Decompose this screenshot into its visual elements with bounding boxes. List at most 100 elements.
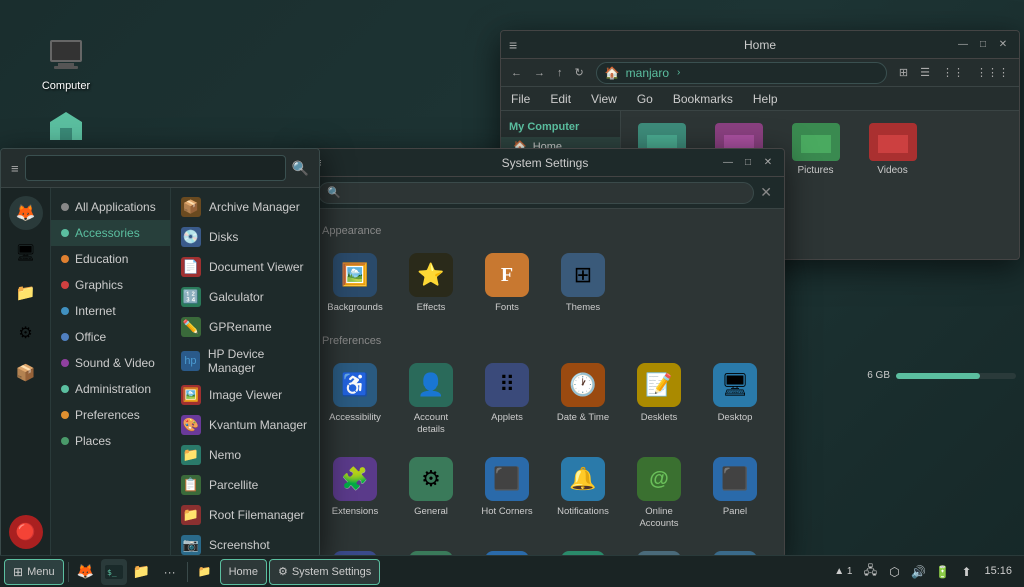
category-preferences[interactable]: Preferences xyxy=(51,402,170,428)
settings-item-fonts[interactable]: F Fonts xyxy=(474,247,540,319)
more-options-button[interactable]: ⋮⋮⋮ xyxy=(972,64,1013,81)
accessibility-icon: ♿ xyxy=(333,363,377,407)
app-item-nemo[interactable]: 📁 Nemo xyxy=(171,440,319,470)
sidebar-system-icon[interactable]: 🖥 xyxy=(9,236,43,270)
document-viewer-icon: 📄 xyxy=(181,257,201,277)
app-item-image-viewer[interactable]: 🖼️ Image Viewer xyxy=(171,380,319,410)
settings-item-date-time[interactable]: 🕐 Date & Time xyxy=(550,357,616,441)
app-search-icon[interactable]: 🔍 xyxy=(292,160,309,177)
app-item-gprename[interactable]: ✏️ GPRename xyxy=(171,312,319,342)
category-accessories[interactable]: Accessories xyxy=(51,220,170,246)
category-all-apps[interactable]: All Applications xyxy=(51,194,170,220)
date-time-label: Date & Time xyxy=(557,412,609,423)
file-manager-title: Home xyxy=(744,38,776,52)
view-toggle-button[interactable]: ⊞ xyxy=(895,64,912,81)
app-item-galculator[interactable]: 🔢 Galculator xyxy=(171,282,319,312)
tray-indicator[interactable]: ▲ 1 xyxy=(830,566,856,577)
appearance-grid: 🖼️ Backgrounds ⭐ Effects F Fonts ⊞ Theme… xyxy=(322,247,768,319)
sidebar-power-icon[interactable]: 🔴 xyxy=(9,515,43,549)
settings-item-general[interactable]: ⚙ General xyxy=(398,451,464,535)
tray-volume-icon[interactable]: 🔊 xyxy=(908,562,928,582)
image-viewer-label: Image Viewer xyxy=(209,388,282,402)
settings-minimize-button[interactable]: — xyxy=(720,155,736,171)
taskbar-more-icon[interactable]: ··· xyxy=(157,559,183,585)
taskbar-terminal-icon[interactable]: $_ xyxy=(101,559,127,585)
app-item-kvantum-manager[interactable]: 🎨 Kvantum Manager xyxy=(171,410,319,440)
taskbar-task-settings[interactable]: ⚙ System Settings xyxy=(269,559,380,585)
category-graphics[interactable]: Graphics xyxy=(51,272,170,298)
minimize-button[interactable]: — xyxy=(955,37,971,53)
settings-item-hot-corners[interactable]: ⬛ Hot Corners xyxy=(474,451,540,535)
settings-item-accessibility[interactable]: ♿ Accessibility xyxy=(322,357,388,441)
hamburger-icon[interactable]: ≡ xyxy=(509,37,517,53)
settings-item-desklets[interactable]: 📝 Desklets xyxy=(626,357,692,441)
taskbar-files-icon[interactable]: 📁 xyxy=(129,559,155,585)
settings-body: Appearance 🖼️ Backgrounds ⭐ Effects F Fo… xyxy=(306,209,784,557)
settings-maximize-button[interactable]: □ xyxy=(740,155,756,171)
settings-item-notifications[interactable]: 🔔 Notifications xyxy=(550,451,616,535)
settings-item-extensions[interactable]: 🧩 Extensions xyxy=(322,451,388,535)
settings-item-backgrounds[interactable]: 🖼️ Backgrounds xyxy=(322,247,388,319)
app-item-parcellite[interactable]: 📋 Parcellite xyxy=(171,470,319,500)
settings-item-themes[interactable]: ⊞ Themes xyxy=(550,247,616,319)
maximize-button[interactable]: □ xyxy=(975,37,991,53)
taskbar-firefox-icon[interactable]: 🦊 xyxy=(73,559,99,585)
edit-menu[interactable]: Edit xyxy=(546,90,575,108)
category-internet[interactable]: Internet xyxy=(51,298,170,324)
address-text: manjaro xyxy=(626,66,669,80)
settings-item-online-accounts[interactable]: @ Online Accounts xyxy=(626,451,692,535)
help-menu[interactable]: Help xyxy=(749,90,782,108)
tray-battery-icon[interactable]: 🔋 xyxy=(932,562,952,582)
app-item-root-filemanager[interactable]: 📁 Root Filemanager xyxy=(171,500,319,530)
settings-item-effects[interactable]: ⭐ Effects xyxy=(398,247,464,319)
desktop-icon-computer[interactable]: Computer xyxy=(30,30,102,98)
file-menu[interactable]: File xyxy=(507,90,534,108)
sidebar-package-icon[interactable]: 📦 xyxy=(9,356,43,390)
category-places[interactable]: Places xyxy=(51,428,170,454)
tray-network-icon[interactable]: 🖧 xyxy=(860,562,880,582)
tray-bluetooth-icon[interactable]: ⬡ xyxy=(884,562,904,582)
settings-item-account-details[interactable]: 👤 Account details xyxy=(398,357,464,441)
app-item-document-viewer[interactable]: 📄 Document Viewer xyxy=(171,252,319,282)
app-item-screenshot[interactable]: 📷 Screenshot xyxy=(171,530,319,557)
folder-videos[interactable]: Videos xyxy=(860,119,925,225)
app-menu-search-input[interactable] xyxy=(25,155,286,181)
bookmarks-menu[interactable]: Bookmarks xyxy=(669,90,737,108)
taskbar-sep-2 xyxy=(187,562,188,582)
taskbar-home-icon[interactable]: 📁 xyxy=(192,559,218,585)
app-item-archive-manager[interactable]: 📦 Archive Manager xyxy=(171,192,319,222)
close-button[interactable]: ✕ xyxy=(995,37,1011,53)
settings-close-button[interactable]: ✕ xyxy=(760,155,776,171)
settings-item-applets[interactable]: ⠿ Applets xyxy=(474,357,540,441)
sidebar-files-icon[interactable]: 📁 xyxy=(9,276,43,310)
clock[interactable]: 15:16 xyxy=(980,564,1016,578)
refresh-button[interactable]: ↻ xyxy=(571,64,588,81)
folder-pictures[interactable]: Pictures xyxy=(783,119,848,225)
settings-item-desktop[interactable]: 🖥 Desktop xyxy=(702,357,768,441)
search-clear-icon[interactable]: ✕ xyxy=(760,184,772,201)
category-office[interactable]: Office xyxy=(51,324,170,350)
forward-button[interactable]: → xyxy=(530,65,549,81)
tray-update-icon[interactable]: ⬆ xyxy=(956,562,976,582)
category-education[interactable]: Education xyxy=(51,246,170,272)
settings-search-input[interactable] xyxy=(345,186,746,200)
details-button[interactable]: ⋮⋮ xyxy=(938,64,968,81)
archive-manager-label: Archive Manager xyxy=(209,200,300,214)
sidebar-settings-icon[interactable]: ⚙ xyxy=(9,316,43,350)
hp-device-manager-label: HP Device Manager xyxy=(208,347,309,375)
go-menu[interactable]: Go xyxy=(633,90,657,108)
app-item-hp-device-manager[interactable]: hp HP Device Manager xyxy=(171,342,319,380)
up-button[interactable]: ↑ xyxy=(553,65,567,81)
app-item-disks[interactable]: 💿 Disks xyxy=(171,222,319,252)
menu-button[interactable]: ⊞ Menu xyxy=(4,559,64,585)
sidebar-firefox-icon[interactable]: 🦊 xyxy=(9,196,43,230)
category-administration[interactable]: Administration xyxy=(51,376,170,402)
settings-item-panel[interactable]: ⬛ Panel xyxy=(702,451,768,535)
more-icon: ··· xyxy=(164,565,176,579)
taskbar-task-home[interactable]: Home xyxy=(220,559,267,585)
general-label: General xyxy=(414,506,448,517)
category-sound-video[interactable]: Sound & Video xyxy=(51,350,170,376)
list-view-button[interactable]: ☰ xyxy=(916,64,934,81)
view-menu[interactable]: View xyxy=(587,90,621,108)
back-button[interactable]: ← xyxy=(507,65,526,81)
